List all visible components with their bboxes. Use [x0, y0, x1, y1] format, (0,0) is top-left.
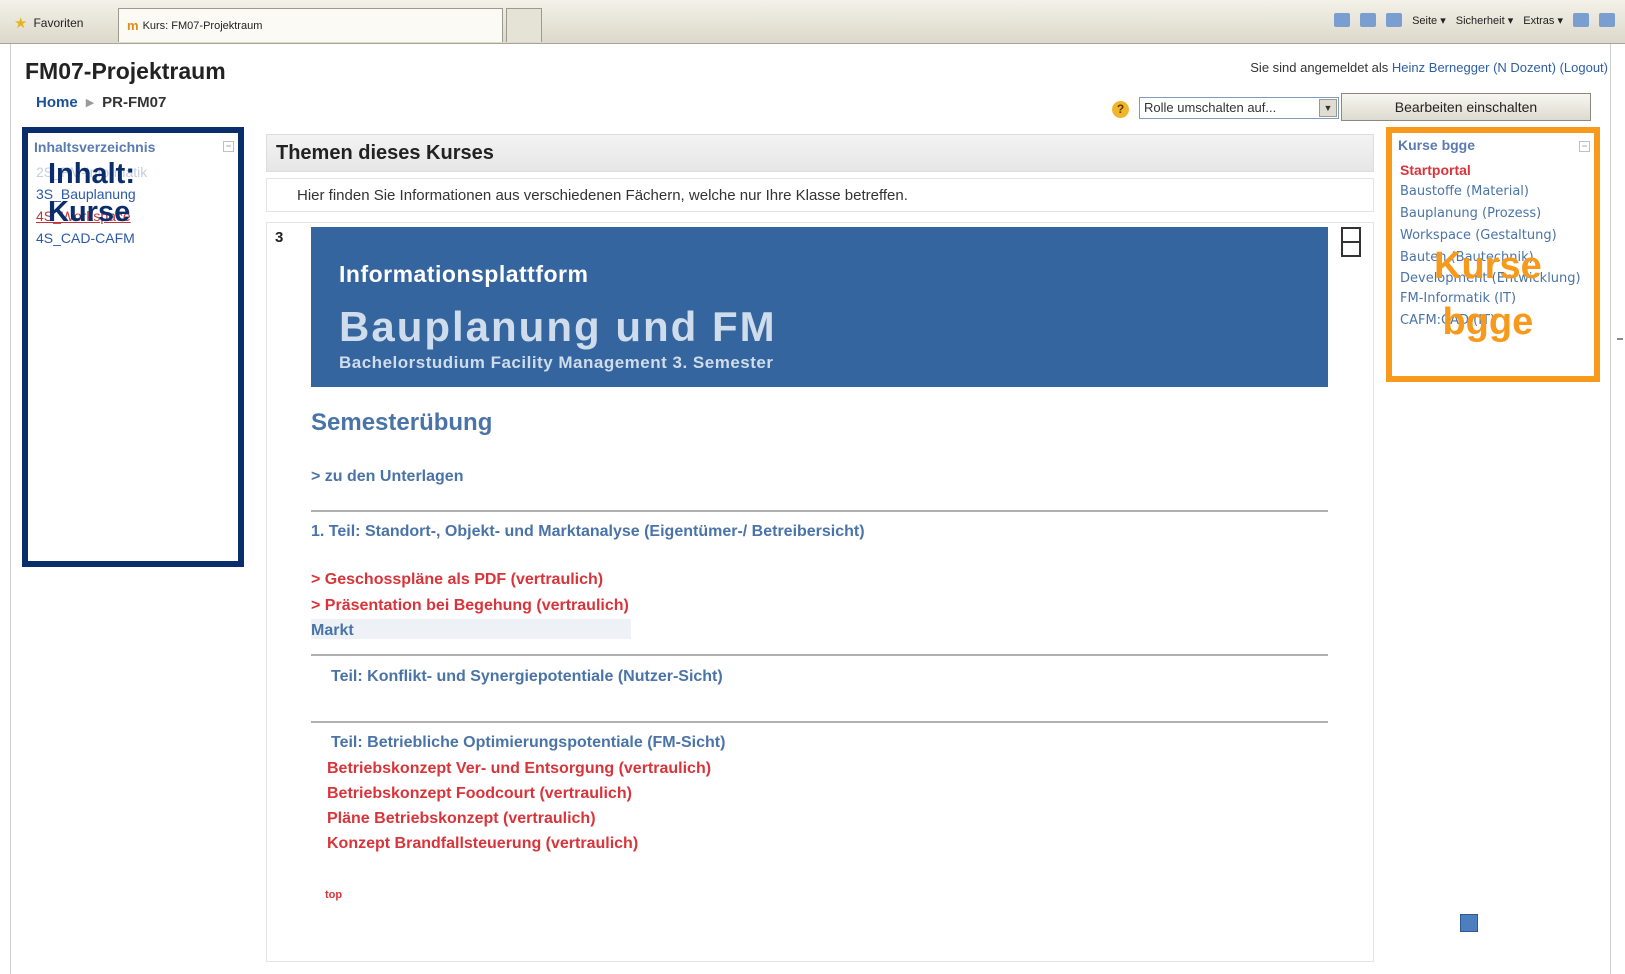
divider — [311, 721, 1328, 723]
toc-title: Inhaltsverzeichnis — [34, 139, 156, 155]
favorites-star-icon: ★ — [14, 15, 28, 32]
help-icon[interactable]: ? — [1112, 101, 1129, 118]
top-link[interactable]: top — [325, 889, 342, 901]
login-prefix: Sie sind angemeldet als — [1250, 60, 1392, 75]
topic-section: 3 Informationsplattform Bauplanung und F… — [266, 222, 1374, 962]
banner-line2: Bauplanung und FM — [339, 303, 777, 350]
docs-link[interactable]: > zu den Unterlagen — [311, 468, 463, 486]
breadcrumb-home[interactable]: Home — [36, 94, 78, 111]
shaded-area — [311, 619, 631, 639]
banner-line3: Bachelorstudium Facility Management 3. S… — [339, 353, 774, 372]
part2-heading: Teil: Konflikt- und Synergiepotentiale (… — [331, 668, 723, 685]
favorites-label: Favoriten — [33, 16, 84, 30]
part3-link[interactable]: Betriebskonzept Foodcourt (vertraulich) — [327, 785, 632, 803]
user-link[interactable]: Heinz Bernegger (N Dozent) — [1392, 60, 1556, 75]
role-switch-value: Rolle umschalten auf... — [1144, 100, 1277, 115]
research-icon[interactable] — [1599, 13, 1615, 27]
banner-line1: Informationsplattform — [339, 261, 589, 287]
page-settings-icon[interactable] — [1460, 914, 1478, 932]
divider — [311, 510, 1328, 512]
part3-link[interactable]: Konzept Brandfallsteuerung (vertraulich) — [327, 835, 638, 853]
help-menu-icon[interactable] — [1573, 13, 1589, 27]
annotation-left: Inhalt: Kurse — [48, 155, 135, 231]
annotation-left-line2: Kurse — [48, 196, 131, 228]
new-tab-button[interactable] — [506, 8, 542, 42]
annotation-left-line1: Inhalt: — [48, 158, 135, 190]
course-item[interactable]: Bauplanung (Prozess) — [1400, 203, 1586, 225]
page-title: FM07-Projektraum — [25, 58, 226, 84]
divider — [311, 654, 1328, 656]
markt-link[interactable]: Markt — [311, 622, 354, 640]
topics-header: Themen dieses Kurses — [266, 134, 1374, 172]
scrollbar-marker[interactable] — [1617, 338, 1623, 340]
tool-extras[interactable]: Extras ▾ — [1523, 14, 1563, 27]
feeds-icon[interactable] — [1360, 13, 1377, 27]
course-banner: Informationsplattform Bauplanung und FM … — [311, 227, 1328, 387]
role-switch-select[interactable]: Rolle umschalten auf... ▼ — [1139, 97, 1339, 119]
course-topics: Themen dieses Kurses Hier finden Sie Inf… — [266, 134, 1374, 962]
moodle-icon: m — [127, 18, 139, 33]
collapse-icon[interactable]: − — [223, 141, 234, 152]
course-summary: Hier finden Sie Informationen aus versch… — [266, 178, 1374, 212]
edit-mode-button[interactable]: Bearbeiten einschalten — [1341, 93, 1591, 121]
tool-security[interactable]: Sicherheit ▾ — [1456, 14, 1514, 27]
browser-favorites-bar: ★ Favoriten m Kurs: FM07-Projektraum Sei… — [0, 0, 1625, 44]
browser-tab-title: Kurs: FM07-Projektraum — [142, 19, 263, 32]
annotation-right-line2: bgge — [1442, 301, 1534, 343]
home-icon[interactable] — [1334, 13, 1351, 27]
part3-heading: Teil: Betriebliche Optimierungspotential… — [331, 734, 726, 751]
breadcrumb: Home ▶ PR-FM07 — [36, 94, 166, 111]
courses-header: Kurse bgge − — [1392, 133, 1594, 157]
part1-heading: 1. Teil: Standort-, Objekt- und Marktana… — [311, 523, 865, 540]
collapse-icon[interactable]: − — [1579, 141, 1590, 152]
annotation-right: Kurse bgge — [1434, 238, 1542, 350]
part1-link[interactable]: > Präsentation bei Begehung (vertraulich… — [311, 597, 629, 615]
highlight-toggle-icon[interactable] — [1341, 227, 1361, 257]
breadcrumb-separator-icon: ▶ — [85, 97, 95, 109]
course-item[interactable]: Startportal — [1400, 159, 1586, 181]
topic-number: 3 — [275, 229, 284, 246]
print-icon[interactable] — [1386, 13, 1403, 27]
breadcrumb-current: PR-FM07 — [102, 94, 167, 111]
favorites-button[interactable]: ★ Favoriten — [14, 14, 83, 32]
tool-page[interactable]: Seite ▾ — [1412, 14, 1446, 27]
part3-link[interactable]: Betriebskonzept Ver- und Entsorgung (ver… — [327, 760, 711, 778]
logout-link[interactable]: (Logout) — [1560, 60, 1608, 75]
browser-toolbar: Seite ▾ Sicherheit ▾ Extras ▾ — [1334, 13, 1615, 27]
part3-link[interactable]: Pläne Betriebskonzept (vertraulich) — [327, 810, 596, 828]
annotation-right-line1: Kurse — [1434, 245, 1542, 287]
part1-link[interactable]: > Geschosspläne als PDF (vertraulich) — [311, 571, 603, 589]
section-title: Semesterübung — [311, 409, 493, 436]
dropdown-arrow-icon[interactable]: ▼ — [1319, 99, 1337, 117]
course-item[interactable]: Baustoffe (Material) — [1400, 181, 1586, 203]
login-info: Sie sind angemeldet als Heinz Bernegger … — [1250, 60, 1608, 75]
browser-tab[interactable]: m Kurs: FM07-Projektraum — [118, 8, 503, 42]
courses-title: Kurse bgge — [1398, 137, 1476, 153]
